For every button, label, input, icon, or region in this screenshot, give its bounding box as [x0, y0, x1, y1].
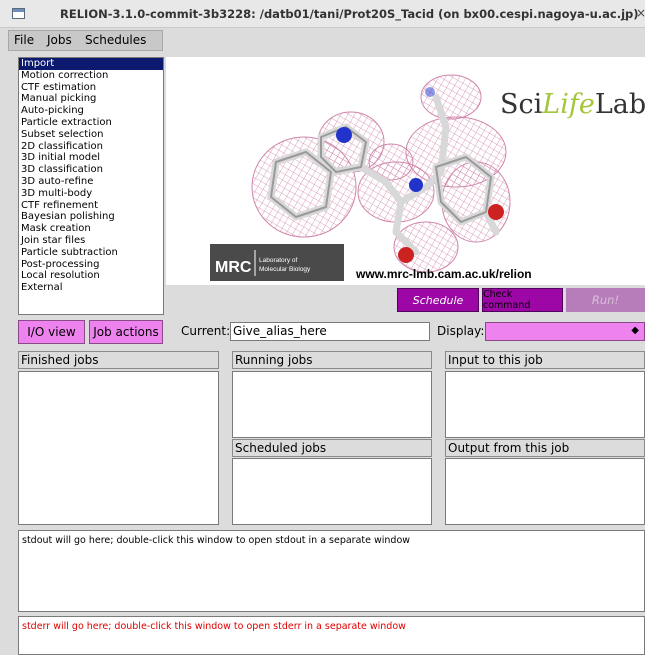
job-type-list[interactable]: Import Motion correction CTF estimation Man…: [18, 57, 164, 315]
job-type-item[interactable]: Auto-picking: [19, 105, 163, 117]
finished-jobs-header: Finished jobs: [18, 351, 219, 369]
job-type-item[interactable]: Subset selection: [19, 129, 163, 141]
job-type-item[interactable]: Post-processing: [19, 259, 163, 271]
run-button[interactable]: Run!: [566, 288, 645, 312]
stdout-panel[interactable]: stdout will go here; double-click this w…: [18, 530, 645, 612]
molecule-density-image: SciLifeLab MRC Laboratory of Molecular B…: [210, 74, 645, 281]
job-actions-button[interactable]: Job actions: [89, 320, 163, 344]
output-job-header: Output from this job: [445, 439, 645, 457]
job-type-item[interactable]: Bayesian polishing: [19, 211, 163, 223]
display-dropdown[interactable]: ◆: [485, 322, 645, 341]
minimize-button[interactable]: _: [622, 6, 628, 20]
job-type-item[interactable]: 3D classification: [19, 164, 163, 176]
scilifelab-logo: SciLifeLab: [500, 89, 645, 120]
relion-banner: SciLifeLab MRC Laboratory of Molecular B…: [166, 57, 645, 285]
job-type-item[interactable]: 3D auto-refine: [19, 176, 163, 188]
schedule-button[interactable]: Schedule: [397, 288, 479, 312]
finished-jobs-list[interactable]: [18, 371, 219, 525]
job-type-item[interactable]: Join star files: [19, 235, 163, 247]
menu-bar: File Jobs Schedules: [8, 30, 163, 51]
stdout-text: stdout will go here; double-click this w…: [22, 535, 411, 546]
job-type-item[interactable]: Import: [19, 58, 163, 70]
menu-file[interactable]: File: [14, 33, 34, 47]
output-job-list[interactable]: [445, 458, 645, 525]
job-type-item[interactable]: Particle subtraction: [19, 247, 163, 259]
dropdown-arrow-icon: ◆: [631, 325, 639, 336]
scheduled-jobs-list[interactable]: [232, 458, 432, 525]
job-type-item[interactable]: 3D initial model: [19, 152, 163, 164]
job-alias-input[interactable]: Give_alias_here: [230, 322, 430, 341]
running-jobs-header: Running jobs: [232, 351, 432, 369]
job-type-item[interactable]: Local resolution: [19, 270, 163, 282]
svg-text:Molecular Biology: Molecular Biology: [259, 266, 311, 273]
io-view-button[interactable]: I/O view: [18, 320, 85, 344]
stderr-text: stderr will go here; double-click this w…: [22, 621, 406, 632]
job-type-item[interactable]: 2D classification: [19, 141, 163, 153]
window-title: RELION-3.1.0-commit-3b3228: /datb01/tani…: [60, 7, 639, 21]
window-title-bar[interactable]: RELION-3.1.0-commit-3b3228: /datb01/tani…: [0, 0, 645, 28]
input-job-header: Input to this job: [445, 351, 645, 369]
mrc-lmb-logo: MRC Laboratory of Molecular Biology: [210, 244, 344, 281]
menu-jobs[interactable]: Jobs: [47, 33, 72, 47]
scheduled-jobs-header: Scheduled jobs: [232, 439, 432, 457]
job-type-item[interactable]: CTF estimation: [19, 82, 163, 94]
input-job-list[interactable]: [445, 371, 645, 438]
svg-text:Laboratory of: Laboratory of: [259, 257, 297, 264]
job-type-item[interactable]: CTF refinement: [19, 200, 163, 212]
menu-schedules[interactable]: Schedules: [85, 33, 146, 47]
job-type-item[interactable]: Motion correction: [19, 70, 163, 82]
display-label: Display:: [437, 324, 485, 338]
job-type-item[interactable]: 3D multi-body: [19, 188, 163, 200]
stderr-panel[interactable]: stderr will go here; double-click this w…: [18, 616, 645, 655]
job-type-item[interactable]: Manual picking: [19, 93, 163, 105]
relion-url[interactable]: www.mrc-lmb.cam.ac.uk/relion: [355, 267, 532, 281]
job-type-item[interactable]: Particle extraction: [19, 117, 163, 129]
running-jobs-list[interactable]: [232, 371, 432, 438]
job-type-item[interactable]: Mask creation: [19, 223, 163, 235]
svg-text:MRC: MRC: [215, 259, 252, 276]
job-type-item[interactable]: External: [19, 282, 163, 294]
check-command-button[interactable]: Check command: [482, 288, 563, 312]
window-app-icon: [12, 8, 25, 19]
close-button[interactable]: ×: [636, 6, 645, 20]
current-label: Current:: [181, 324, 231, 338]
